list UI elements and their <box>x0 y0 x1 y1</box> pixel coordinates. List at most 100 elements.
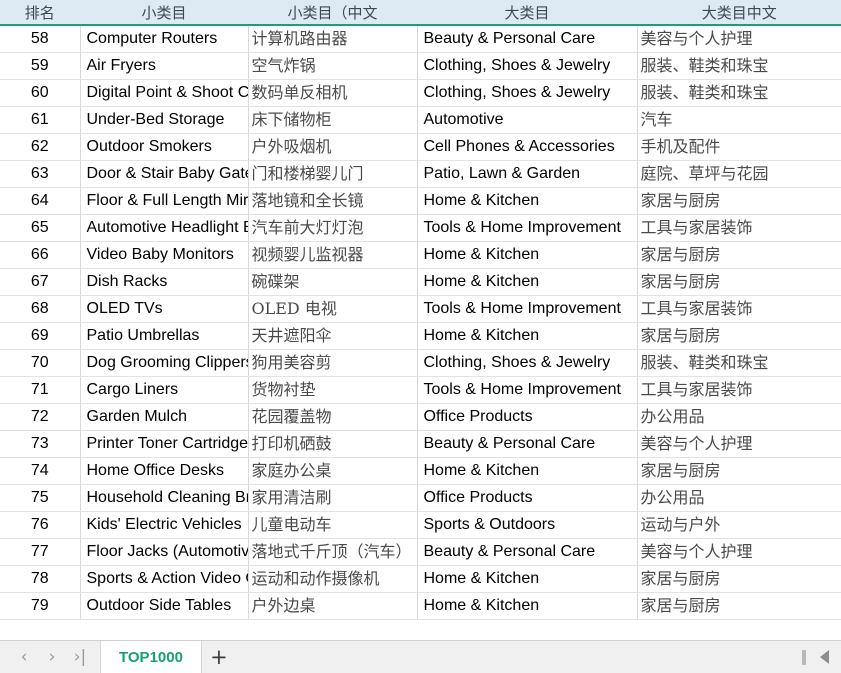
table-row[interactable]: 76 Kids' Electric Vehicles 儿童电动车 Sports & O… <box>0 511 841 539</box>
cell-rank[interactable]: 61 <box>0 106 81 134</box>
table-row[interactable]: 77 Floor Jacks (Automotive) 落地式千斤顶（汽车） Beau… <box>0 538 841 566</box>
cell-rank[interactable]: 63 <box>0 160 81 188</box>
cell-subcategory[interactable]: Kids' Electric Vehicles <box>80 511 249 539</box>
scroll-left-arrow-icon[interactable] <box>820 650 829 664</box>
cell-maincategory[interactable]: Home & Kitchen <box>417 592 638 620</box>
cell-subcategory-cn[interactable]: 货物衬垫 <box>248 376 418 404</box>
cell-maincategory-cn[interactable]: 美容与个人护理 <box>637 25 841 53</box>
cell-maincategory[interactable]: Office Products <box>417 403 638 431</box>
cell-subcategory-cn[interactable]: OLED 电视 <box>248 295 418 323</box>
cell-maincategory[interactable]: Beauty & Personal Care <box>417 25 638 53</box>
cell-maincategory-cn[interactable]: 美容与个人护理 <box>637 538 841 566</box>
cell-subcategory-cn[interactable]: 落地镜和全长镜 <box>248 187 418 215</box>
cell-subcategory-cn[interactable]: 门和楼梯婴儿门 <box>248 160 418 188</box>
add-sheet-icon[interactable]: + <box>201 641 236 673</box>
cell-rank[interactable]: 71 <box>0 376 81 404</box>
cell-maincategory-cn[interactable]: 家居与厨房 <box>637 241 841 269</box>
table-row[interactable]: 64Floor & Full Length Mirrors落地镜和全长镜Home… <box>0 187 841 215</box>
cell-maincategory[interactable]: Home & Kitchen <box>417 457 638 485</box>
cell-rank[interactable]: 65 <box>0 214 81 242</box>
empty-grid-area[interactable] <box>0 620 841 640</box>
cell-subcategory[interactable]: Cargo Liners <box>80 376 249 404</box>
table-row[interactable]: 67 Dish Racks 碗碟架 Home & Kitchen 家居与厨房 <box>0 268 841 296</box>
table-row[interactable]: 68 OLED TVs OLED 电视 Tools & Home Improvemen… <box>0 295 841 323</box>
cell-maincategory[interactable]: Patio, Lawn & Garden <box>417 160 638 188</box>
cell-subcategory-cn[interactable]: 家庭办公桌 <box>248 457 418 485</box>
cell-maincategory-cn[interactable]: 服装、鞋类和珠宝 <box>637 52 841 80</box>
cell-subcategory-cn[interactable]: 空气炸锅 <box>248 52 418 80</box>
cell-maincategory[interactable]: Home & Kitchen <box>417 187 638 215</box>
cell-subcategory-cn[interactable]: 打印机硒鼓 <box>248 430 418 458</box>
column-header-subcategory-cn[interactable]: 小类目（中文 <box>248 0 418 26</box>
cell-subcategory-cn[interactable]: 视频婴儿监视器 <box>248 241 418 269</box>
cell-subcategory[interactable]: Printer Toner Cartridges <box>80 430 249 458</box>
cell-maincategory[interactable]: Cell Phones & Accessories <box>417 133 638 161</box>
cell-subcategory-cn[interactable]: 儿童电动车 <box>248 511 418 539</box>
cell-subcategory-cn[interactable]: 户外边桌 <box>248 592 418 620</box>
cell-subcategory-cn[interactable]: 床下储物柜 <box>248 106 418 134</box>
table-row[interactable]: 61 Under-Bed Storage 床下储物柜 Automotive 汽车 <box>0 106 841 134</box>
cell-subcategory[interactable]: Patio Umbrellas <box>80 322 249 350</box>
cell-subcategory-cn[interactable]: 落地式千斤顶（汽车） <box>248 538 418 566</box>
prev-sheet-icon[interactable]: ‹ <box>10 641 38 673</box>
table-row[interactable]: 65Automotive Headlight Bulbs汽车前大灯灯泡Tools… <box>0 214 841 242</box>
cell-maincategory[interactable]: Automotive <box>417 106 638 134</box>
cell-maincategory[interactable]: Tools & Home Improvement <box>417 214 638 242</box>
cell-subcategory-cn[interactable]: 计算机路由器 <box>248 25 418 53</box>
cell-maincategory-cn[interactable]: 服装、鞋类和珠宝 <box>637 79 841 107</box>
cell-maincategory[interactable]: Tools & Home Improvement <box>417 295 638 323</box>
cell-maincategory[interactable]: Beauty & Personal Care <box>417 538 638 566</box>
cell-maincategory-cn[interactable]: 家居与厨房 <box>637 565 841 593</box>
table-row[interactable]: 58 Computer Routers 计算机路由器 Beauty & Persona… <box>0 25 841 53</box>
table-row[interactable]: 59 Air Fryers 空气炸锅 Clothing, Shoes & Jewelr… <box>0 52 841 80</box>
cell-maincategory-cn[interactable]: 服装、鞋类和珠宝 <box>637 349 841 377</box>
cell-maincategory-cn[interactable]: 工具与家居装饰 <box>637 376 841 404</box>
cell-maincategory[interactable]: Clothing, Shoes & Jewelry <box>417 52 638 80</box>
last-sheet-icon[interactable]: ›| <box>66 641 94 673</box>
cell-subcategory-cn[interactable]: 汽车前大灯灯泡 <box>248 214 418 242</box>
cell-rank[interactable]: 77 <box>0 538 81 566</box>
cell-maincategory-cn[interactable]: 办公用品 <box>637 484 841 512</box>
table-row[interactable]: 70 Dog Grooming Clippers 狗用美容剪 Clothing, Sh… <box>0 349 841 377</box>
cell-subcategory[interactable]: OLED TVs <box>80 295 249 323</box>
table-row[interactable]: 66 Video Baby Monitors 视频婴儿监视器 Home & Kitch… <box>0 241 841 269</box>
next-sheet-icon[interactable]: › <box>38 641 66 673</box>
table-row[interactable]: 69 Patio Umbrellas 天井遮阳伞 Home & Kitchen 家居与厨… <box>0 322 841 350</box>
cell-subcategory[interactable]: Home Office Desks <box>80 457 249 485</box>
cell-maincategory-cn[interactable]: 美容与个人护理 <box>637 430 841 458</box>
cell-maincategory[interactable]: Clothing, Shoes & Jewelry <box>417 349 638 377</box>
cell-maincategory-cn[interactable]: 家居与厨房 <box>637 268 841 296</box>
cell-rank[interactable]: 69 <box>0 322 81 350</box>
column-header-rank[interactable]: 排名 <box>0 0 81 26</box>
cell-maincategory[interactable]: Beauty & Personal Care <box>417 430 638 458</box>
cell-rank[interactable]: 74 <box>0 457 81 485</box>
cell-subcategory-cn[interactable]: 天井遮阳伞 <box>248 322 418 350</box>
cell-rank[interactable]: 66 <box>0 241 81 269</box>
cell-maincategory-cn[interactable]: 庭院、草坪与花园 <box>637 160 841 188</box>
cell-rank[interactable]: 62 <box>0 133 81 161</box>
table-row[interactable]: 62 Outdoor Smokers 户外吸烟机 Cell Phones & Acce… <box>0 133 841 161</box>
table-row[interactable]: 73 Printer Toner Cartridges 打印机硒鼓 Beauty & … <box>0 430 841 458</box>
cell-maincategory-cn[interactable]: 家居与厨房 <box>637 592 841 620</box>
cell-subcategory[interactable]: Floor & Full Length Mirrors <box>80 187 249 215</box>
cell-subcategory[interactable]: Dish Racks <box>80 268 249 296</box>
cell-subcategory[interactable]: Garden Mulch <box>80 403 249 431</box>
table-row[interactable]: 72 Garden Mulch 花园覆盖物 Office Products 办公用品 <box>0 403 841 431</box>
cell-maincategory-cn[interactable]: 工具与家居装饰 <box>637 295 841 323</box>
cell-maincategory[interactable]: Home & Kitchen <box>417 268 638 296</box>
cell-rank[interactable]: 78 <box>0 565 81 593</box>
cell-subcategory[interactable]: Dog Grooming Clippers <box>80 349 249 377</box>
cell-rank[interactable]: 75 <box>0 484 81 512</box>
table-row[interactable]: 74 Home Office Desks 家庭办公桌 Home & Kitchen 家居… <box>0 457 841 485</box>
cell-subcategory-cn[interactable]: 户外吸烟机 <box>248 133 418 161</box>
table-row[interactable]: 60Digital Point & Shoot Cameras数码单反相机Clo… <box>0 79 841 107</box>
table-row[interactable]: 78Sports & Action Video Cameras运动和动作摄像机H… <box>0 565 841 593</box>
sheet-tab-top1000[interactable]: TOP1000 <box>101 641 202 673</box>
cell-maincategory[interactable]: Sports & Outdoors <box>417 511 638 539</box>
cell-subcategory[interactable]: Under-Bed Storage <box>80 106 249 134</box>
cell-subcategory-cn[interactable]: 运动和动作摄像机 <box>248 565 418 593</box>
cell-rank[interactable]: 72 <box>0 403 81 431</box>
column-header-maincategory[interactable]: 大类目 <box>417 0 638 26</box>
cell-maincategory[interactable]: Home & Kitchen <box>417 565 638 593</box>
cell-maincategory[interactable]: Home & Kitchen <box>417 241 638 269</box>
